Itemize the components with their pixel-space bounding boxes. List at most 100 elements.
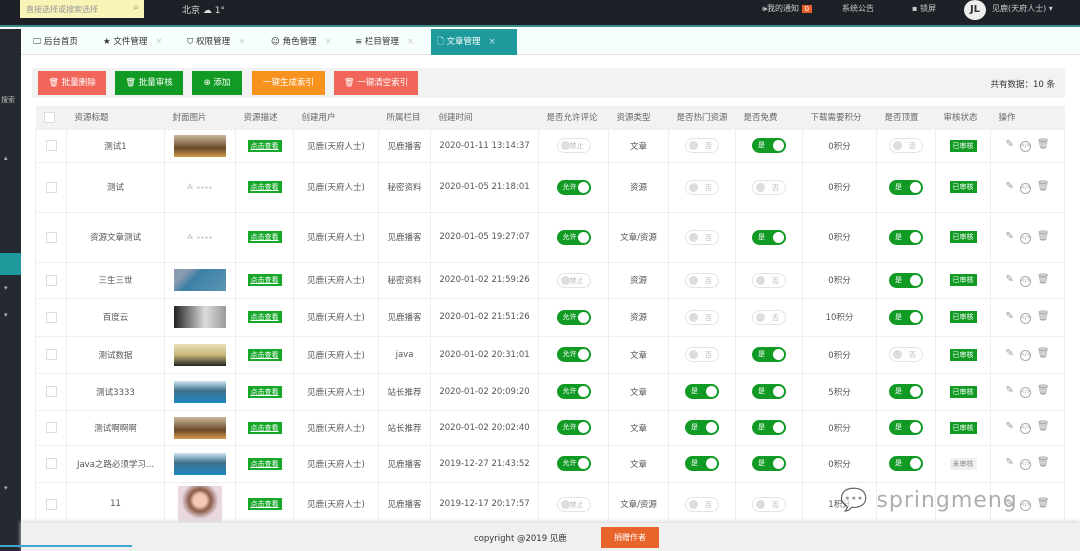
caret-down-icon[interactable]: ▾ bbox=[4, 284, 8, 292]
avatar[interactable]: JL bbox=[964, 0, 986, 20]
search-input[interactable]: 直接选择或搜索选择 ⌕ bbox=[20, 0, 144, 18]
close-icon[interactable]: × bbox=[155, 37, 162, 47]
view-icon[interactable]: </> bbox=[1019, 182, 1031, 194]
caret-down-icon[interactable]: ▾ bbox=[4, 484, 8, 492]
delete-icon[interactable]: 🗑 bbox=[1037, 231, 1050, 242]
edit-icon[interactable]: ✎ bbox=[1005, 231, 1013, 242]
delete-icon[interactable]: 🗑 bbox=[1037, 385, 1050, 396]
view-description-link[interactable]: 点击查看 bbox=[247, 274, 282, 286]
comment-toggle[interactable]: 禁止 bbox=[556, 272, 591, 288]
announcement-link[interactable]: 系统公告 bbox=[842, 3, 874, 14]
delete-icon[interactable]: 🗑 bbox=[1037, 421, 1050, 432]
hot-toggle[interactable]: 否 bbox=[685, 347, 719, 362]
free-toggle[interactable]: 是 bbox=[752, 138, 786, 153]
free-toggle[interactable]: 否 bbox=[752, 496, 786, 512]
close-icon[interactable]: × bbox=[325, 37, 332, 47]
cover-image[interactable] bbox=[174, 269, 226, 291]
tab-5[interactable]: 🗋 文章管理 × bbox=[431, 29, 517, 55]
comment-toggle[interactable]: 允许 bbox=[556, 347, 591, 362]
view-icon[interactable]: </> bbox=[1019, 232, 1031, 244]
comment-toggle[interactable]: 允许 bbox=[556, 309, 591, 325]
top-toggle[interactable]: 是 bbox=[889, 272, 923, 288]
free-toggle[interactable]: 否 bbox=[752, 179, 786, 195]
top-toggle[interactable]: 是 bbox=[889, 456, 923, 471]
row-checkbox[interactable] bbox=[45, 274, 57, 286]
view-icon[interactable]: </> bbox=[1019, 312, 1031, 324]
cover-image[interactable] bbox=[174, 416, 226, 439]
hot-toggle[interactable]: 否 bbox=[685, 179, 719, 195]
toolbar-button-4[interactable]: 🗑 一键清空索引 bbox=[334, 71, 418, 95]
hot-toggle[interactable]: 否 bbox=[685, 309, 719, 325]
top-toggle[interactable]: 是 bbox=[889, 179, 923, 195]
delete-icon[interactable]: 🗑 bbox=[1037, 181, 1050, 192]
delete-icon[interactable]: 🗑 bbox=[1037, 311, 1050, 322]
toolbar-button-3[interactable]: 一键生成索引 bbox=[252, 71, 325, 95]
caret-up-icon[interactable]: ▴ bbox=[4, 154, 8, 162]
view-icon[interactable]: </> bbox=[1019, 350, 1031, 361]
view-description-link[interactable]: 点击查看 bbox=[247, 457, 282, 470]
tab-1[interactable]: ★ 文件管理 × bbox=[97, 29, 168, 55]
close-icon[interactable]: × bbox=[238, 37, 245, 47]
cover-image[interactable] bbox=[174, 380, 226, 403]
row-checkbox[interactable] bbox=[45, 231, 57, 243]
view-description-link[interactable]: 点击查看 bbox=[247, 385, 282, 398]
comment-toggle[interactable]: 允许 bbox=[556, 384, 591, 399]
row-checkbox[interactable] bbox=[45, 458, 57, 469]
free-toggle[interactable]: 是 bbox=[752, 384, 786, 399]
view-icon[interactable]: </> bbox=[1019, 141, 1031, 152]
view-icon[interactable]: </> bbox=[1019, 275, 1031, 287]
view-icon[interactable]: </> bbox=[1019, 387, 1031, 398]
cover-image[interactable] bbox=[174, 343, 226, 366]
search-icon[interactable]: ⌕ bbox=[133, 2, 139, 13]
lock-screen-button[interactable]: ▪ 锁屏 bbox=[912, 3, 936, 14]
row-checkbox[interactable] bbox=[45, 422, 57, 433]
cover-image[interactable] bbox=[174, 306, 226, 328]
hot-toggle[interactable]: 否 bbox=[685, 272, 719, 288]
hot-toggle[interactable]: 否 bbox=[685, 229, 719, 245]
tab-4[interactable]: ≡ 栏目管理 × bbox=[349, 29, 420, 55]
delete-icon[interactable]: 🗑 bbox=[1037, 139, 1050, 150]
free-toggle[interactable]: 是 bbox=[752, 456, 786, 471]
row-checkbox[interactable] bbox=[45, 140, 57, 151]
comment-toggle[interactable]: 允许 bbox=[556, 179, 591, 195]
row-checkbox[interactable] bbox=[45, 311, 57, 323]
edit-icon[interactable]: ✎ bbox=[1005, 385, 1013, 396]
comment-toggle[interactable]: 禁止 bbox=[556, 496, 591, 512]
view-icon[interactable]: </> bbox=[1019, 423, 1031, 434]
comment-toggle[interactable]: 允许 bbox=[556, 456, 591, 471]
top-toggle[interactable]: 是 bbox=[889, 420, 923, 435]
toolbar-button-2[interactable]: ⊕ 添加 bbox=[192, 71, 242, 95]
notice-button[interactable]: 🕪我的通知 0 bbox=[762, 3, 813, 14]
hot-toggle[interactable]: 是 bbox=[685, 420, 719, 435]
top-toggle[interactable]: 否 bbox=[889, 138, 923, 153]
free-toggle[interactable]: 否 bbox=[752, 272, 786, 288]
row-checkbox[interactable] bbox=[45, 181, 57, 193]
delete-icon[interactable]: 🗑 bbox=[1037, 498, 1050, 509]
view-description-link[interactable]: 点击查看 bbox=[247, 421, 282, 434]
edit-icon[interactable]: ✎ bbox=[1005, 181, 1013, 192]
edit-icon[interactable]: ✎ bbox=[1005, 348, 1013, 359]
free-toggle[interactable]: 否 bbox=[752, 309, 786, 325]
view-description-link[interactable]: 点击查看 bbox=[247, 498, 282, 510]
free-toggle[interactable]: 是 bbox=[752, 229, 786, 245]
user-menu[interactable]: 见鹿(天府人士) ▾ bbox=[992, 3, 1053, 14]
hot-toggle[interactable]: 是 bbox=[685, 384, 719, 399]
cover-image[interactable] bbox=[174, 134, 226, 157]
delete-icon[interactable]: 🗑 bbox=[1037, 274, 1050, 285]
view-description-link[interactable]: 点击查看 bbox=[247, 311, 282, 323]
edit-icon[interactable]: ✎ bbox=[1005, 421, 1013, 432]
top-toggle[interactable]: 是 bbox=[889, 229, 923, 245]
sidebar-label[interactable]: 搜索 bbox=[1, 95, 15, 105]
hot-toggle[interactable]: 否 bbox=[685, 496, 719, 512]
free-toggle[interactable]: 是 bbox=[752, 347, 786, 362]
edit-icon[interactable]: ✎ bbox=[1005, 311, 1013, 322]
view-icon[interactable]: </> bbox=[1019, 499, 1031, 511]
tab-0[interactable]: 🖵 后台首页 bbox=[27, 29, 84, 55]
view-description-link[interactable]: 点击查看 bbox=[247, 139, 282, 152]
comment-toggle[interactable]: 允许 bbox=[556, 229, 591, 245]
top-toggle[interactable]: 是 bbox=[889, 384, 923, 399]
comment-toggle[interactable]: 禁止 bbox=[556, 138, 591, 153]
cover-image[interactable] bbox=[178, 486, 222, 522]
hot-toggle[interactable]: 是 bbox=[685, 456, 719, 471]
edit-icon[interactable]: ✎ bbox=[1005, 139, 1013, 150]
